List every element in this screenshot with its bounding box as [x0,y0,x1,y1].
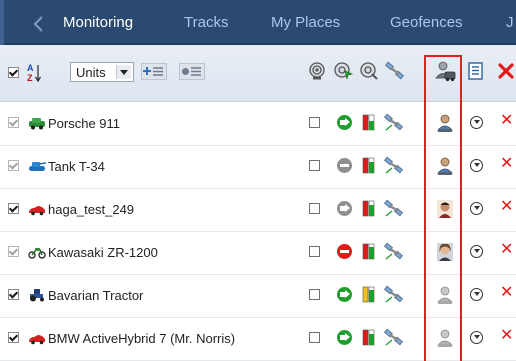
delete-unit-icon[interactable]: ✕ [500,199,513,215]
watch-checkbox[interactable] [309,289,320,300]
unit-menu-button[interactable] [470,116,483,129]
satellite-icon[interactable] [383,328,405,348]
table-row[interactable]: haga_test_249 ✕ [0,188,516,232]
top-nav-bar: Monitoring Tracks My Places Geofences J [0,0,516,45]
default-driver-icon[interactable] [436,156,454,176]
moving-status-icon [337,330,352,345]
follow-target-icon[interactable] [333,61,353,81]
units-select-value: Units [76,65,106,80]
group-list-icon [182,67,201,76]
default-driver-icon[interactable] [436,113,454,133]
tab-my-places[interactable]: My Places [271,14,340,32]
group-units-button[interactable] [179,63,205,80]
connection-status-icon [362,286,375,303]
stopped-status-icon [337,158,352,173]
unit-name[interactable]: Bavarian Tractor [48,288,143,303]
unit-name[interactable]: BMW ActiveHybrid 7 (Mr. Norris) [48,331,235,346]
watch-checkbox[interactable] [309,332,320,343]
red-car-icon [29,335,45,345]
units-select[interactable]: Units [70,62,134,82]
unit-name[interactable]: Kawasaki ZR-1200 [48,245,158,260]
table-row[interactable]: BMW ActiveHybrid 7 (Mr. Norris) ✕ [0,317,516,361]
connection-status-icon [362,114,375,131]
unit-menu-button[interactable] [470,245,483,258]
default-driver-gray-icon[interactable] [436,285,454,305]
report-icon[interactable] [466,61,486,81]
watch-target-icon[interactable] [307,61,327,81]
satellite-icon[interactable] [383,199,405,219]
unit-menu-button[interactable] [470,159,483,172]
watch-checkbox[interactable] [309,203,320,214]
connection-status-icon [362,243,375,260]
delete-unit-icon[interactable]: ✕ [500,242,513,258]
motorbike-icon [28,248,46,259]
sort-az-icon[interactable]: A Z [26,62,42,84]
unit-checkbox[interactable] [8,117,19,128]
watch-checkbox[interactable] [309,160,320,171]
delete-unit-icon[interactable]: ✕ [500,285,513,301]
table-row[interactable]: Tank T-34 ✕ [0,145,516,189]
tab-tracks[interactable]: Tracks [184,14,228,32]
tab-monitoring[interactable]: Monitoring [63,14,133,32]
connection-status-icon [362,200,375,217]
moving-status-icon [337,115,352,130]
unit-name[interactable]: Porsche 911 [48,116,120,131]
green-car-icon [29,118,45,130]
driver-icon[interactable] [434,60,456,82]
svg-text:A: A [27,63,34,73]
connection-status-icon [362,157,375,174]
driver-photo-icon[interactable] [436,199,454,219]
unit-menu-button[interactable] [470,331,483,344]
tractor-icon [30,289,44,302]
delete-unit-icon[interactable]: ✕ [500,113,513,129]
watch-checkbox[interactable] [309,246,320,257]
unit-checkbox[interactable] [8,160,19,171]
delete-unit-icon[interactable]: ✕ [500,156,513,172]
chevron-down-icon[interactable] [116,65,131,79]
unit-checkbox[interactable] [8,289,19,300]
unit-checkbox[interactable] [8,246,19,257]
satellite-icon[interactable] [385,61,405,81]
unit-checkbox[interactable] [8,332,19,343]
delete-all-icon[interactable] [496,61,516,81]
red-car-icon [29,206,45,216]
svg-text:Z: Z [27,73,33,83]
satellite-icon[interactable] [383,285,405,305]
unit-menu-button[interactable] [470,288,483,301]
nav-left-edge [0,0,4,45]
satellite-icon[interactable] [383,113,405,133]
satellite-icon[interactable] [383,156,405,176]
tab-geofences[interactable]: Geofences [390,14,463,32]
tab-next-truncated[interactable]: J [506,14,514,32]
satellite-icon[interactable] [383,242,405,262]
table-row[interactable]: Kawasaki ZR-1200 ✕ [0,231,516,275]
idle-status-icon [337,201,352,216]
add-units-button[interactable] [141,63,167,80]
table-row[interactable]: Bavarian Tractor ✕ [0,274,516,318]
unit-name[interactable]: Tank T-34 [48,159,105,174]
watch-checkbox[interactable] [309,117,320,128]
connection-status-icon [362,329,375,346]
moving-status-icon [337,287,352,302]
driver-photo-icon[interactable] [436,242,454,262]
command-target-icon[interactable] [359,61,379,81]
select-all-checkbox[interactable] [8,67,19,78]
add-list-icon [143,67,163,76]
unit-menu-button[interactable] [470,202,483,215]
blue-tank-icon [29,162,46,171]
chevron-left-icon[interactable] [28,13,50,35]
table-row[interactable]: Porsche 911 ✕ [0,102,516,146]
alarm-status-icon [337,244,352,259]
default-driver-gray-icon[interactable] [436,328,454,348]
unit-name[interactable]: haga_test_249 [48,202,134,217]
delete-unit-icon[interactable]: ✕ [500,328,513,344]
unit-checkbox[interactable] [8,203,19,214]
